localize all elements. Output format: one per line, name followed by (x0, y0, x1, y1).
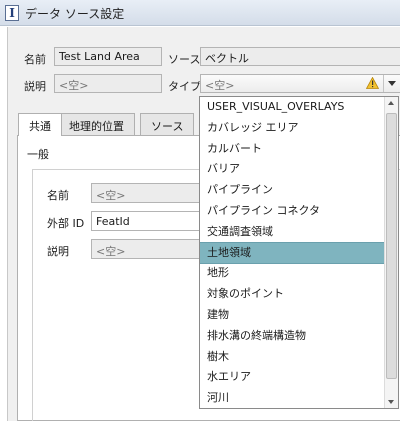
dropdown-item[interactable]: 水エリア (200, 367, 384, 388)
description-field[interactable]: <空> (54, 74, 162, 93)
dropdown-item[interactable]: パイプライン コネクタ (200, 201, 384, 222)
tab-source[interactable]: ソース (140, 113, 195, 135)
panel-name-label: 名前 (47, 189, 69, 202)
dropdown-scrollbar[interactable] (384, 97, 398, 408)
warning-icon (366, 77, 379, 89)
external-id-label: 外部 ID (47, 217, 85, 230)
description-label: 説明 (24, 80, 46, 93)
group-title-general: 一般 (27, 148, 49, 161)
source-label: ソース (168, 53, 201, 66)
scroll-up-icon[interactable] (385, 97, 398, 110)
title-bar: I データ ソース設定 (0, 0, 400, 26)
dropdown-item[interactable]: 排水溝の終端構造物 (200, 326, 384, 347)
dropdown-item[interactable]: 樹木 (200, 347, 384, 368)
type-label: タイプ (168, 80, 201, 93)
name-label: 名前 (24, 53, 46, 66)
dropdown-item[interactable]: 建物 (200, 305, 384, 326)
dropdown-item[interactable]: バリア (200, 159, 384, 180)
dropdown-item[interactable]: 交通調査領域 (200, 222, 384, 243)
dropdown-item[interactable]: 対象のポイント (200, 284, 384, 305)
dropdown-item[interactable]: パイプライン (200, 180, 384, 201)
tab-common[interactable]: 共通 (18, 113, 62, 136)
dropdown-item[interactable]: 河川 (200, 388, 384, 408)
dropdown-item[interactable]: 土地領域 (200, 241, 384, 265)
dropdown-items: USER_VISUAL_OVERLAYS カバレッジ エリア カルバート バリア パイプ… (200, 97, 384, 408)
app-icon: I (5, 5, 19, 21)
dropdown-item[interactable]: USER_VISUAL_OVERLAYS (200, 97, 384, 118)
window-title: データ ソース設定 (25, 7, 125, 21)
name-field[interactable]: Test Land Area (54, 47, 162, 66)
dropdown-item[interactable]: カバレッジ エリア (200, 118, 384, 139)
panel-description-label: 説明 (47, 245, 69, 258)
dropdown-item[interactable]: 地形 (200, 263, 384, 284)
source-field: ベクトル (200, 47, 400, 66)
tab-geo-location[interactable]: 地理的位置 (58, 113, 135, 135)
scrollbar-thumb[interactable] (386, 113, 397, 379)
type-select-value: <空> (205, 79, 235, 92)
type-dropdown-list[interactable]: USER_VISUAL_OVERLAYS カバレッジ エリア カルバート バリア パイプ… (199, 96, 399, 409)
chevron-down-icon[interactable] (383, 75, 400, 92)
type-select[interactable]: <空> (200, 74, 400, 93)
scroll-down-icon[interactable] (385, 395, 398, 408)
dropdown-item[interactable]: カルバート (200, 139, 384, 160)
